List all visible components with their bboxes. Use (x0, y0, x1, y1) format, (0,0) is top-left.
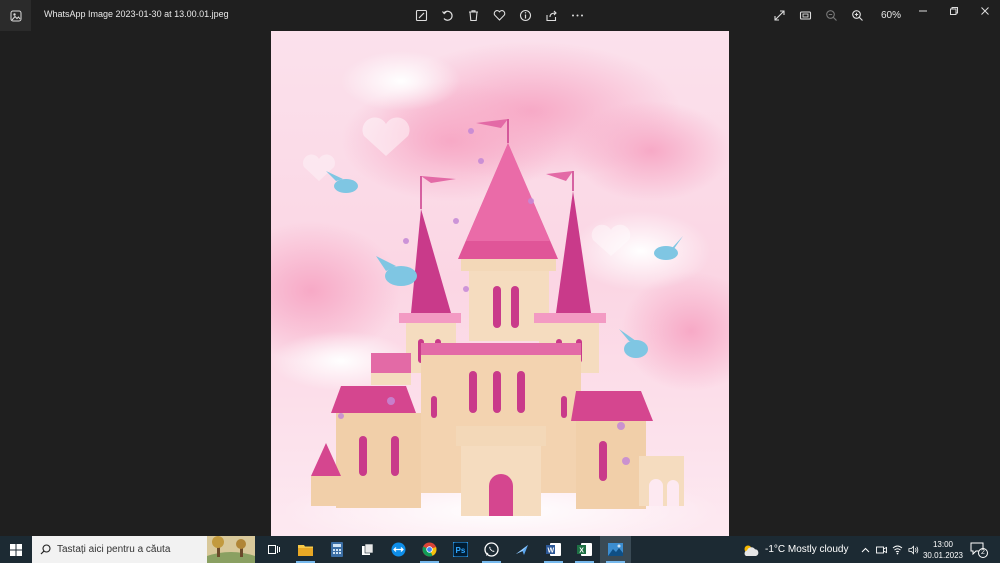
svg-text:Ps: Ps (456, 546, 466, 555)
share-icon[interactable] (543, 7, 560, 24)
image-viewer[interactable] (0, 31, 1000, 536)
svg-text:X: X (579, 548, 584, 555)
clock-date: 30.01.2023 (922, 551, 964, 560)
taskbar: Tastați aici pentru a căuta Ps W X -1°C … (0, 536, 1000, 563)
svg-text:W: W (548, 548, 555, 555)
window-title: WhatsApp Image 2023-01-30 at 13.00.01.jp… (44, 9, 229, 19)
notification-count: 2 (978, 548, 988, 558)
files-app-icon[interactable] (352, 536, 383, 563)
chrome-icon[interactable] (414, 536, 445, 563)
notification-center-button[interactable]: 2 (970, 542, 988, 558)
restore-button[interactable] (938, 0, 969, 22)
favorite-icon[interactable] (491, 7, 508, 24)
delete-icon[interactable] (465, 7, 482, 24)
task-view-button[interactable] (259, 536, 290, 563)
zoom-in-icon[interactable] (849, 7, 866, 24)
clock[interactable]: 13:00 30.01.2023 (920, 539, 966, 561)
castle-illustration (271, 31, 729, 536)
close-button[interactable] (969, 0, 1000, 22)
zoom-level[interactable]: 60% (881, 10, 901, 21)
cloud-sun-icon (744, 545, 759, 556)
info-icon[interactable] (517, 7, 534, 24)
clock-time: 13:00 (932, 540, 954, 549)
teamviewer-icon[interactable] (383, 536, 414, 563)
file-explorer-icon[interactable] (290, 536, 321, 563)
search-input[interactable]: Tastați aici pentru a căuta (32, 536, 255, 563)
edit-image-icon[interactable] (413, 7, 430, 24)
photoshop-icon[interactable]: Ps (445, 536, 476, 563)
window-controls (907, 0, 1000, 22)
whatsapp-icon[interactable] (476, 536, 507, 563)
search-placeholder: Tastați aici pentru a căuta (57, 544, 171, 555)
search-highlight-image (207, 536, 255, 563)
weather-text: -1°C Mostly cloudy (765, 544, 849, 555)
taskbar-apps: Ps W X (259, 536, 631, 563)
volume-icon[interactable] (908, 544, 919, 555)
excel-icon[interactable]: X (569, 536, 600, 563)
word-icon[interactable]: W (538, 536, 569, 563)
more-icon[interactable] (569, 7, 586, 24)
minimize-button[interactable] (907, 0, 938, 22)
zoom-out-icon[interactable] (823, 7, 840, 24)
chevron-up-icon[interactable] (860, 544, 871, 555)
slideshow-icon[interactable] (797, 7, 814, 24)
photos-app-icon[interactable] (0, 0, 31, 31)
fullscreen-icon[interactable] (771, 7, 788, 24)
network-icon[interactable] (892, 544, 903, 555)
start-button[interactable] (0, 536, 32, 563)
system-tray (860, 536, 919, 563)
title-bar: WhatsApp Image 2023-01-30 at 13.00.01.jp… (0, 0, 1000, 31)
photos-taskbar-icon[interactable] (600, 536, 631, 563)
search-icon (40, 544, 51, 555)
image-toolbar (413, 7, 586, 24)
weather-widget[interactable]: -1°C Mostly cloudy (742, 536, 848, 563)
messenger-icon[interactable] (507, 536, 538, 563)
view-tools: 60% (771, 7, 901, 24)
calculator-icon[interactable] (321, 536, 352, 563)
rotate-icon[interactable] (439, 7, 456, 24)
meet-now-icon[interactable] (876, 544, 887, 555)
